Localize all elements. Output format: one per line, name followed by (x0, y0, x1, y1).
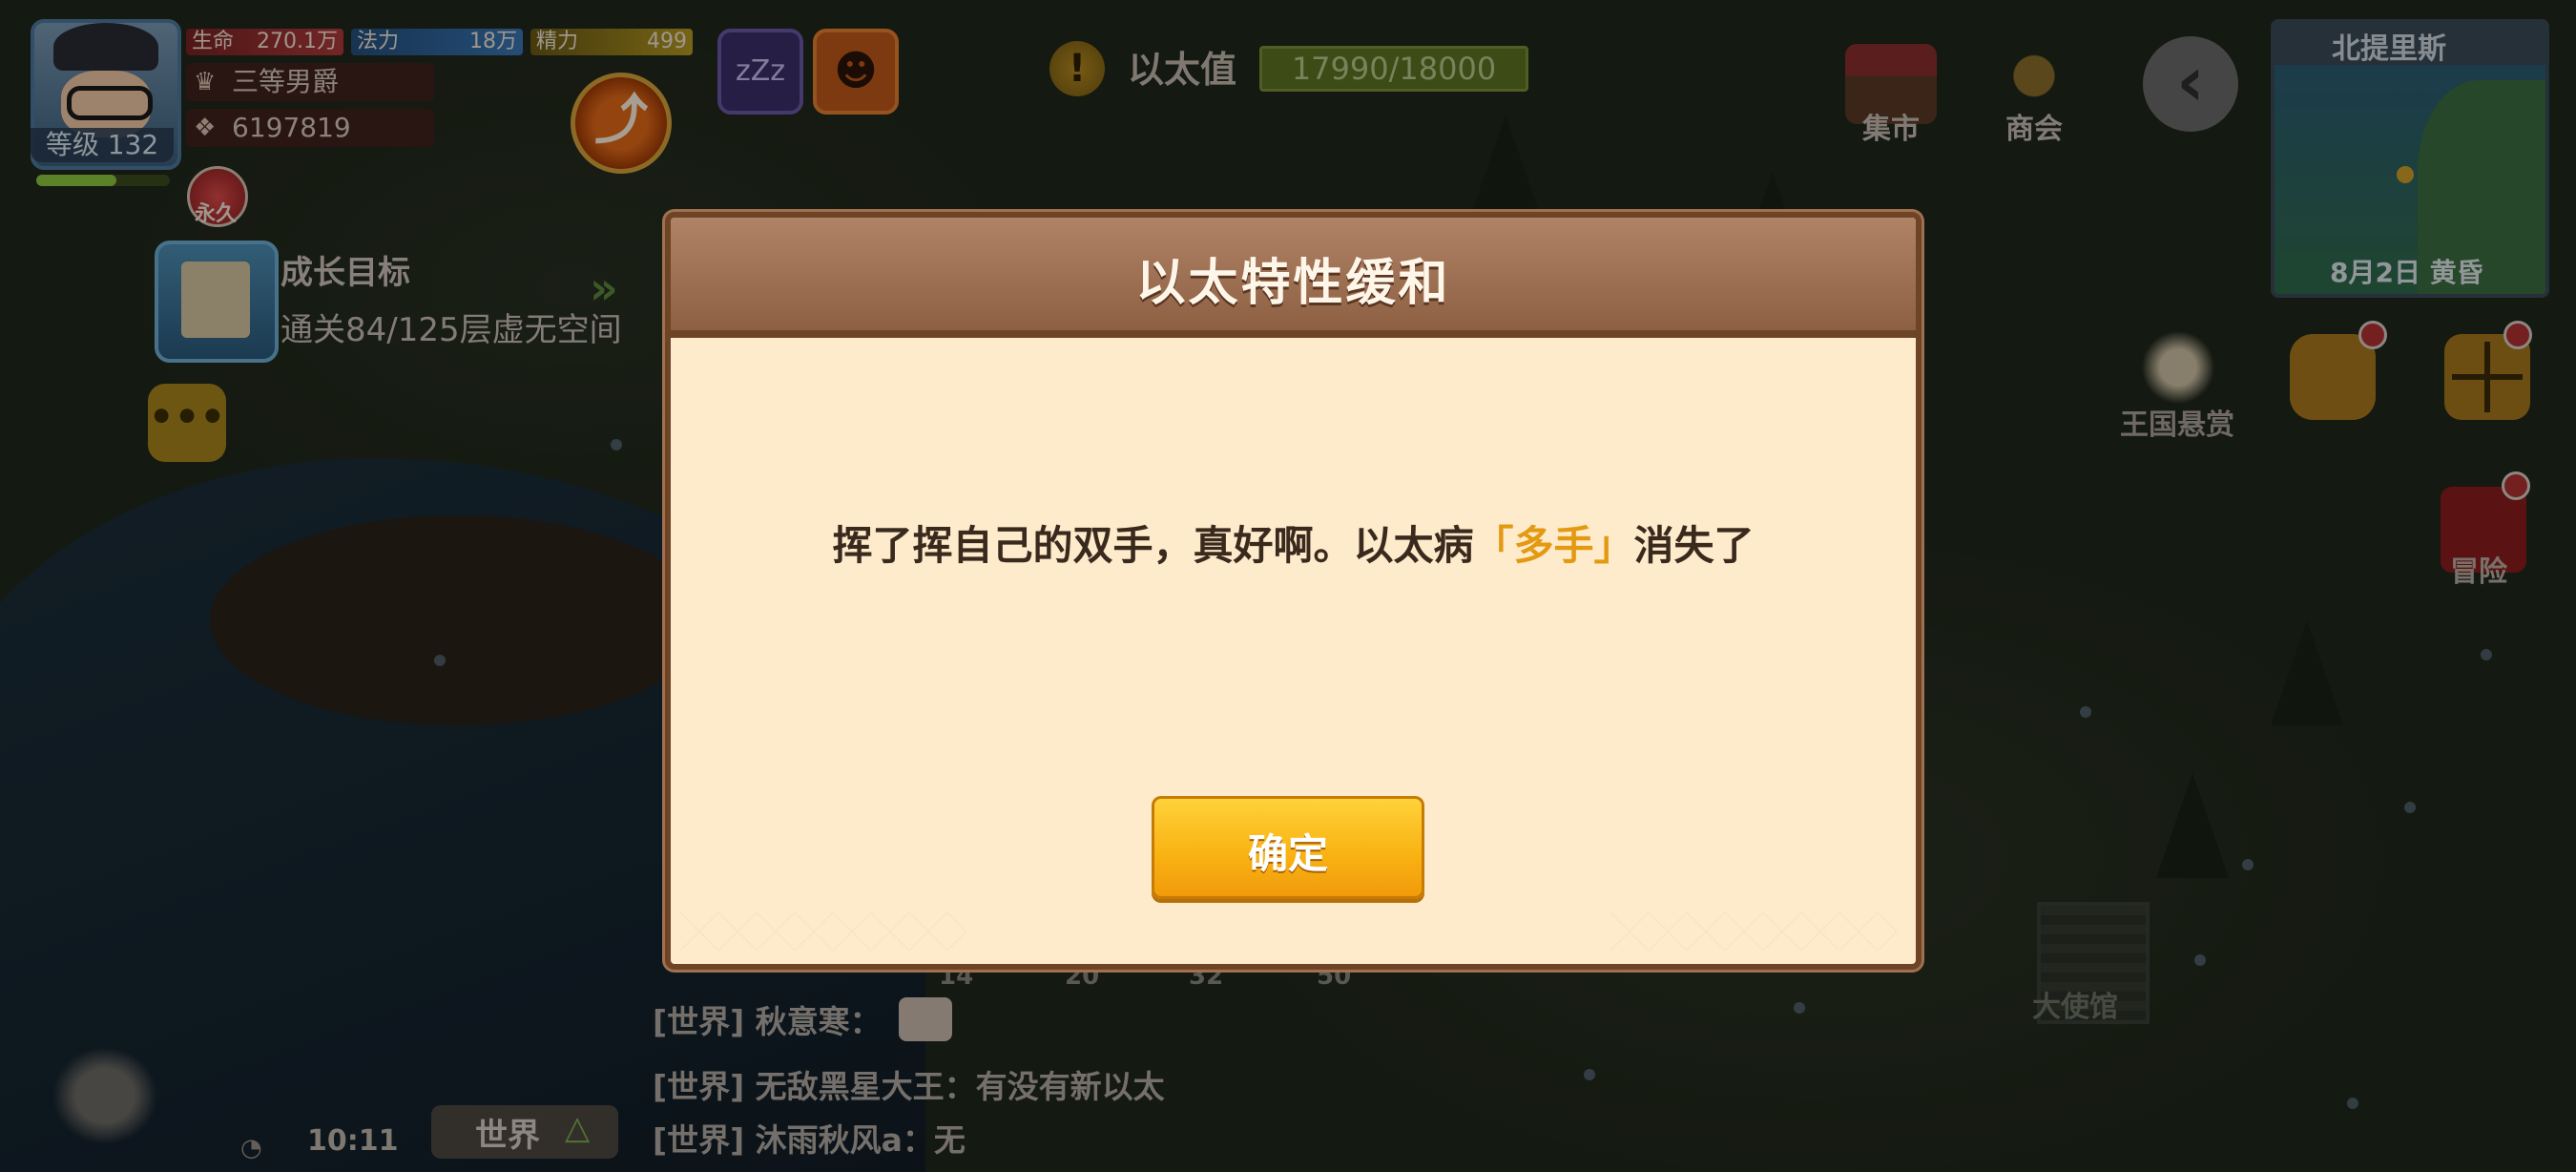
dialog-title: 以太特性缓和 (1135, 255, 1451, 312)
message-suffix: 消失了 (1633, 522, 1755, 569)
dialog-message: 挥了挥自己的双手，真好啊。以太病「多手」消失了 (671, 513, 1916, 572)
confirm-label: 确定 (1247, 830, 1328, 877)
ether-trait-dialog: 以太特性缓和 挥了挥自己的双手，真好啊。以太病「多手」消失了 确定 (665, 212, 1922, 970)
dialog-header-trim (671, 330, 1916, 338)
ether-disease-name: 「多手」 (1473, 522, 1634, 569)
decorative-pattern (1610, 912, 1897, 951)
message-prefix: 挥了挥自己的双手，真好啊。以太病 (832, 522, 1474, 569)
confirm-button[interactable]: 确定 (1152, 796, 1424, 899)
decorative-pattern (680, 912, 966, 951)
